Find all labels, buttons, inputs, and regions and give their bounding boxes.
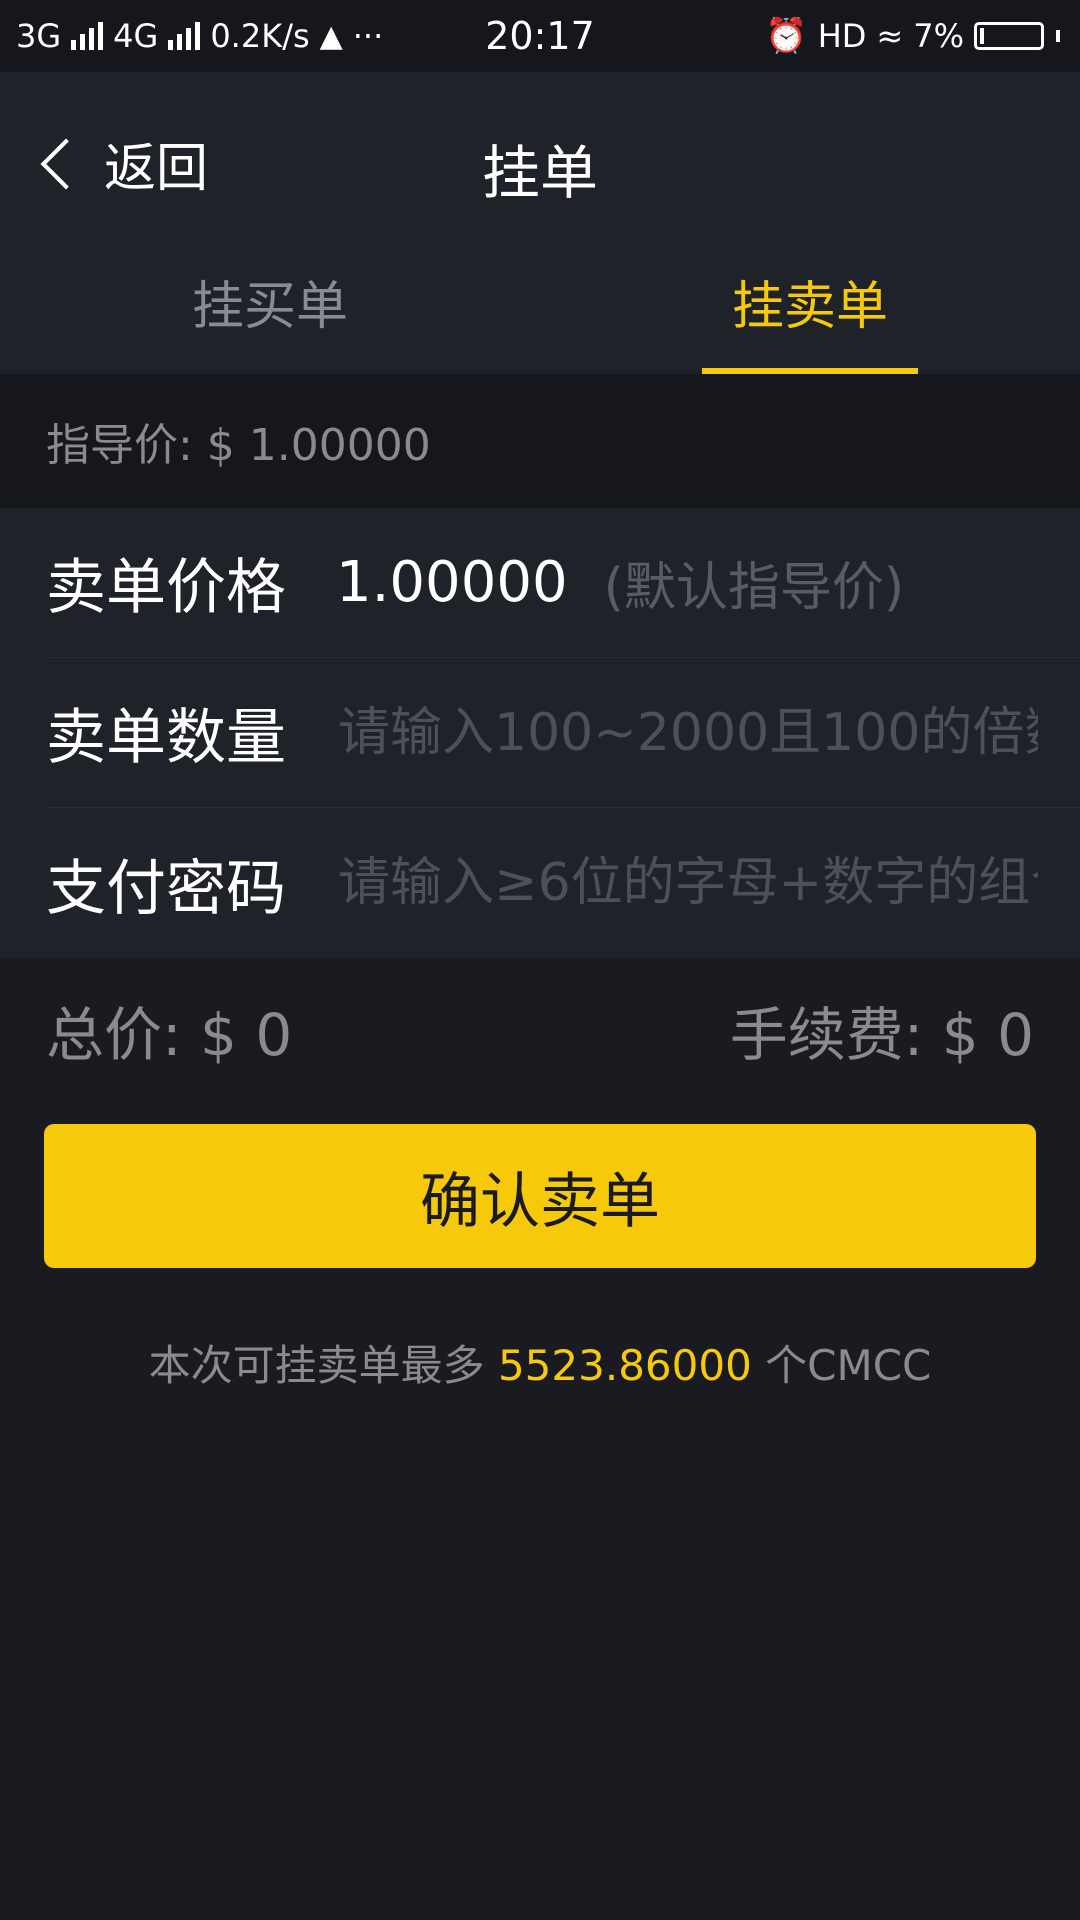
status-left: 3G 4G 0.2K/s ▲ ··· xyxy=(0,17,383,55)
network-speed: 0.2K/s xyxy=(210,17,310,55)
confirm-sell-button[interactable]: 确认卖单 xyxy=(44,1124,1036,1268)
order-type-tabs: 挂买单 挂卖单 xyxy=(0,244,1080,374)
page-title: 挂单 xyxy=(481,139,598,207)
guide-price-text: 指导价: $ 1.00000 xyxy=(46,420,431,471)
back-label: 返回 xyxy=(104,139,209,199)
limit-amount: 5523.86000 xyxy=(497,1341,752,1390)
chevron-left-icon xyxy=(40,138,92,189)
totals-row: 总价: $ 0 手续费: $ 0 xyxy=(46,990,1034,1070)
hd-label: HD xyxy=(817,17,867,55)
quantity-input[interactable] xyxy=(336,701,1040,764)
status-right: ⏰ HD ≈ 7% xyxy=(765,16,1080,56)
signal-bars-icon xyxy=(71,22,104,50)
sell-order-form: 卖单价格 1.00000 (默认指导价) 卖单数量 支付密码 xyxy=(0,508,1080,958)
sell-limit-note: 本次可挂卖单最多 5523.86000 个CMCC xyxy=(0,1332,1080,1393)
tab-sell-order[interactable]: 挂卖单 xyxy=(540,244,1080,374)
quantity-row: 卖单数量 xyxy=(46,658,1080,808)
signal-bars-icon xyxy=(168,22,201,50)
qq-icon: ▲ xyxy=(319,18,343,54)
more-notifications-icon: ··· xyxy=(352,17,384,55)
status-bar: 3G 4G 0.2K/s ▲ ··· 20:17 ⏰ HD ≈ 7% xyxy=(0,0,1080,72)
guide-price-banner: 指导价: $ 1.00000 xyxy=(0,374,1080,508)
network-3g-label: 3G xyxy=(16,17,62,55)
price-row: 卖单价格 1.00000 (默认指导价) xyxy=(46,508,1080,658)
price-value[interactable]: 1.00000 xyxy=(336,550,568,615)
password-input[interactable] xyxy=(336,852,1040,914)
password-row: 支付密码 xyxy=(46,808,1080,958)
price-label: 卖单价格 xyxy=(46,553,286,623)
nav-header: 返回 挂单 xyxy=(0,72,1080,244)
fee: 手续费: $ 0 xyxy=(729,1001,1034,1069)
limit-suffix: 个CMCC xyxy=(751,1341,932,1390)
limit-prefix: 本次可挂卖单最多 xyxy=(148,1341,498,1390)
wifi-icon: ≈ xyxy=(876,17,904,55)
price-hint: (默认指导价) xyxy=(603,558,905,618)
battery-icon xyxy=(974,22,1044,50)
quantity-label: 卖单数量 xyxy=(46,703,286,773)
back-button[interactable]: 返回 xyxy=(40,126,209,201)
network-4g-label: 4G xyxy=(113,17,159,55)
tab-buy-order[interactable]: 挂买单 xyxy=(0,244,540,374)
battery-percent: 7% xyxy=(913,17,964,55)
password-label: 支付密码 xyxy=(46,853,286,924)
battery-cap xyxy=(1056,30,1060,42)
alarm-icon: ⏰ xyxy=(765,16,808,56)
total-price: 总价: $ 0 xyxy=(46,1001,293,1069)
